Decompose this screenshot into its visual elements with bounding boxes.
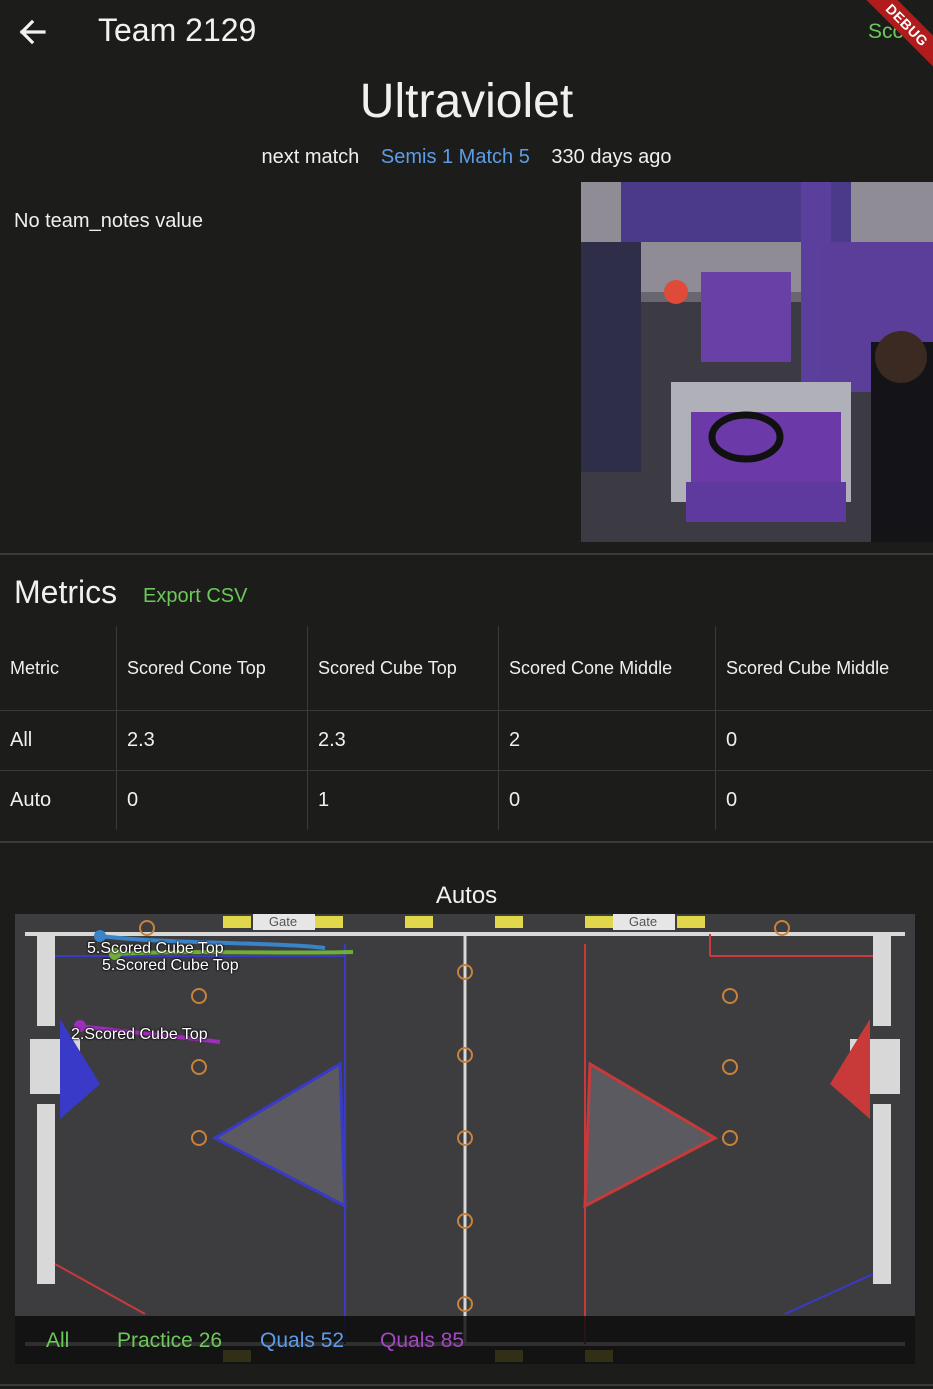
gate-label: Gate [629,914,657,929]
metrics-col-header: Scored Cube Top [307,626,499,711]
table-cell: 0 [116,770,308,830]
next-match-link[interactable]: Semis 1 Match 5 [381,146,530,168]
filter-quals-85[interactable]: Quals 85 [380,1329,464,1353]
auto-path-label: 2.Scored Cube Top [71,1026,208,1043]
section-divider [0,1384,933,1386]
table-cell: Auto [0,770,117,830]
metrics-header-row: Metric Scored Cone Top Scored Cube Top S… [0,626,932,711]
team-name: Ultraviolet [359,75,574,128]
app-bar: Team 2129 Scout DEBUG [0,0,933,76]
section-divider [0,553,933,555]
metrics-col-header: Metric [10,657,59,678]
debug-banner: DEBUG [856,0,933,76]
gate-label: Gate [269,914,297,929]
metrics-col-header: Scored Cube Middle [715,626,932,711]
table-row: All 2.3 2.3 2 0 [0,710,932,771]
table-row: Auto 0 1 0 0 [0,770,932,830]
auto-path-label: 5.Scored Cube Top [87,940,224,957]
section-divider [0,841,933,843]
filter-practice-26[interactable]: Practice 26 [117,1329,222,1353]
back-arrow-icon[interactable] [14,14,50,50]
export-csv-button[interactable]: Export CSV [143,585,247,608]
metrics-col-header: Scored Cone Middle [498,626,716,711]
robot-photo [581,182,933,542]
next-match-time: 330 days ago [551,146,672,168]
page-title: Team 2129 [98,12,257,48]
table-cell: 2.3 [307,710,499,771]
table-cell: 0 [715,710,932,771]
next-match-label: next match [261,146,360,168]
field-diagram: Gate Gate [15,914,915,1364]
autos-heading: Autos [435,882,498,909]
auto-filter-bar: All Practice 26 Quals 52 Quals 85 [15,1316,915,1364]
filter-quals-52[interactable]: Quals 52 [260,1329,344,1353]
table-cell: 2.3 [116,710,308,771]
debug-banner-wrap: DEBUG [853,0,933,80]
table-cell: All [0,710,117,771]
next-match-row: next match Semis 1 Match 5 330 days ago [0,146,933,169]
metrics-table: Metric Scored Cone Top Scored Cube Top S… [0,626,932,830]
filter-all[interactable]: All [46,1329,69,1353]
table-cell: 0 [715,770,932,830]
metrics-heading: Metrics [14,574,118,610]
table-cell: 1 [307,770,499,830]
auto-path-label: 5.Scored Cube Top [102,957,239,974]
team-notes: No team_notes value [14,210,204,232]
field-map: Gate Gate 5.Scored Cube Top 5.Scored Cub… [15,914,915,1364]
table-cell: 2 [498,710,716,771]
table-cell: 0 [498,770,716,830]
metrics-col-header: Scored Cone Top [116,626,308,711]
